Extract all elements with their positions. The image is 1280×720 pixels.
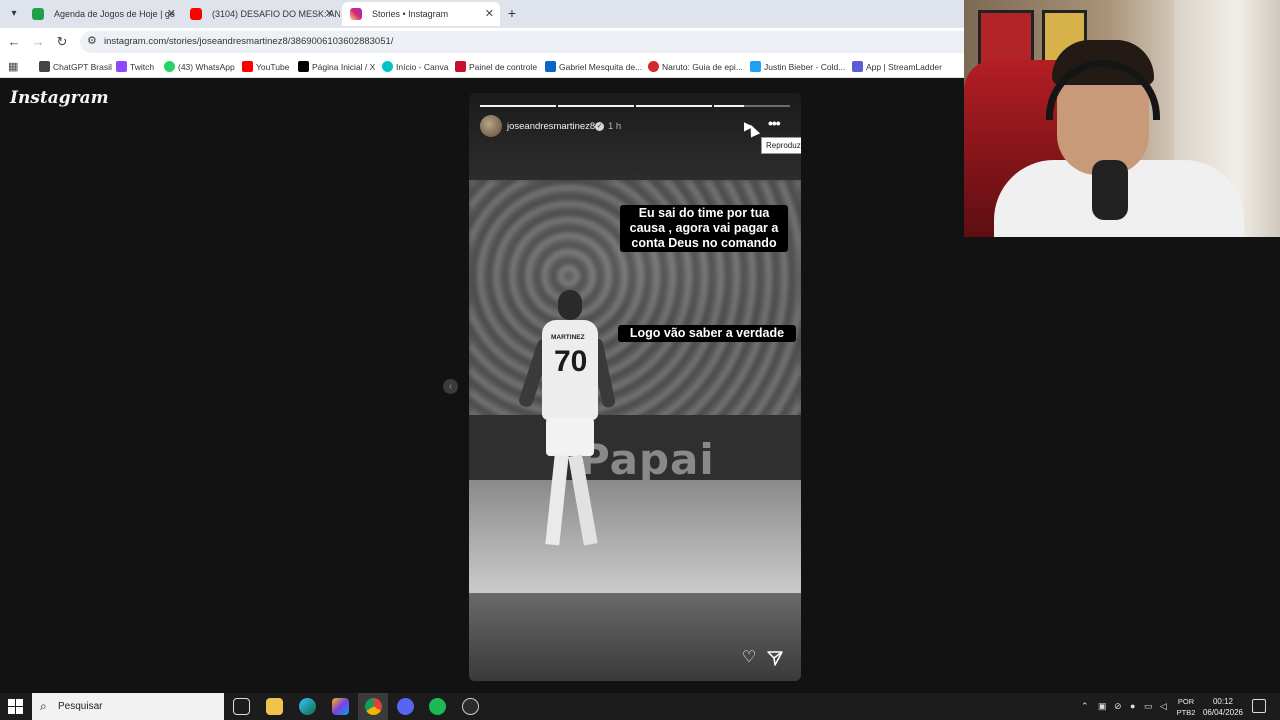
- avatar[interactable]: [480, 115, 502, 137]
- language-indicator[interactable]: POR PTB2: [1175, 696, 1197, 718]
- bookmark-whatsapp[interactable]: (43) WhatsApp: [164, 56, 235, 78]
- tab-title: Agenda de Jogos de Hoje | ge: [54, 9, 175, 19]
- address-toolbar: ← → ↻ ⚙ instagram.com/stories/joseandres…: [0, 28, 964, 56]
- tab-search-icon[interactable]: ▾: [4, 4, 24, 24]
- heart-icon[interactable]: ♡: [740, 649, 758, 667]
- more-options-icon[interactable]: •••: [768, 116, 786, 133]
- close-tab-icon[interactable]: ✕: [485, 2, 494, 26]
- youtube-favicon-icon: [190, 8, 202, 20]
- file-explorer-icon[interactable]: [266, 698, 283, 715]
- bookmark-youtube[interactable]: YouTube: [242, 56, 289, 78]
- display-icon[interactable]: ▭: [1144, 693, 1153, 720]
- bookmarks-bar: ▦ ChatGPT Brasil Twitch (43) WhatsApp Yo…: [0, 56, 964, 78]
- instagram-logo[interactable]: Instagram: [10, 88, 109, 108]
- canva-icon: [382, 61, 393, 72]
- tab-title: (3104) DESAFIO DO MESK: AN: [212, 9, 340, 19]
- tab-youtube[interactable]: (3104) DESAFIO DO MESK: AN ✕: [182, 2, 340, 26]
- windows-start-icon[interactable]: [8, 699, 23, 714]
- linkedin-icon: [545, 61, 556, 72]
- volume-icon[interactable]: ◁: [1160, 693, 1167, 720]
- new-tab-button[interactable]: +: [503, 4, 521, 22]
- spotify-icon[interactable]: [429, 698, 446, 715]
- bookmark-x[interactable]: Página Inicial / X: [298, 56, 375, 78]
- link-icon: [750, 61, 761, 72]
- instagram-favicon-icon: [350, 8, 362, 20]
- progress-segment: [636, 105, 712, 107]
- ge-favicon-icon: [32, 8, 44, 20]
- search-placeholder: Pesquisar: [58, 701, 103, 712]
- browser-window: ▾ Agenda de Jogos de Hoje | ge ✕ (3104) …: [0, 0, 964, 693]
- tray-app-icon[interactable]: ▣: [1098, 693, 1107, 720]
- tray-overflow-icon[interactable]: ⌃: [1081, 693, 1089, 720]
- taskbar: ⌕ Pesquisar ⌃ ▣ ⊘ ● ▭ ◁ POR PTB2 00:12 0…: [0, 693, 1280, 720]
- story-footer-bg: [469, 593, 801, 681]
- bookmark-canva[interactable]: Início - Canva: [382, 56, 448, 78]
- discord-icon[interactable]: [397, 698, 414, 715]
- story-time: 1 h: [608, 121, 622, 132]
- microphone-icon[interactable]: ●: [1130, 693, 1135, 720]
- bookmark-bieber[interactable]: Justin Bieber - Cold...: [750, 56, 845, 78]
- story-caption-2: Logo vão saber a verdade: [618, 325, 796, 342]
- panel-icon: [455, 61, 466, 72]
- player-figure: MARTINEZ 70: [517, 290, 617, 560]
- forward-arrow-icon[interactable]: →: [29, 33, 47, 51]
- back-arrow-icon[interactable]: ←: [5, 33, 23, 51]
- progress-segment: [558, 105, 634, 107]
- story-viewer[interactable]: joseandresmartinez8 ✓ 1 h ▶ ••• Reproduz…: [469, 93, 801, 681]
- clock-time: 00:12: [1212, 697, 1234, 706]
- naruto-icon: [648, 61, 659, 72]
- chatgpt-icon: [39, 61, 50, 72]
- story-caption-1: Eu sai do time por tua causa , agora vai…: [620, 205, 788, 252]
- bookmark-linkedin[interactable]: Gabriel Mesquita de...: [545, 56, 642, 78]
- story-photo: Papai Noel MARTINEZ 70 Eu sai do time po…: [469, 180, 801, 595]
- apps-grid-icon[interactable]: ▦: [8, 56, 18, 78]
- tab-instagram[interactable]: Stories • Instagram ✕: [342, 2, 500, 26]
- address-bar[interactable]: ⚙ instagram.com/stories/joseandresmartin…: [80, 31, 964, 53]
- jersey-number: 70: [554, 345, 588, 378]
- previous-story-arrow-icon[interactable]: ‹: [443, 379, 458, 394]
- tab-ge[interactable]: Agenda de Jogos de Hoje | ge ✕: [24, 2, 182, 26]
- search-icon: ⌕: [40, 699, 47, 713]
- obs-icon[interactable]: [462, 698, 479, 715]
- x-logo-icon: [298, 61, 309, 72]
- chrome-icon[interactable]: [365, 698, 382, 715]
- send-icon[interactable]: [766, 649, 784, 667]
- tab-strip: ▾ Agenda de Jogos de Hoje | ge ✕ (3104) …: [0, 0, 964, 28]
- task-view-icon[interactable]: [233, 698, 250, 715]
- story-progress-bar: [480, 105, 790, 107]
- reload-icon[interactable]: ↻: [53, 33, 71, 51]
- progress-segment: [714, 105, 790, 107]
- tray-network-icon[interactable]: ⊘: [1114, 693, 1122, 720]
- webcam-overlay: [964, 0, 1280, 237]
- edge-icon[interactable]: [299, 698, 316, 715]
- notification-icon[interactable]: [1252, 699, 1266, 713]
- whatsapp-icon: [164, 61, 175, 72]
- clock[interactable]: 00:12 06/04/2026: [1200, 696, 1246, 718]
- bookmark-twitch[interactable]: Twitch: [116, 56, 154, 78]
- url-text[interactable]: instagram.com/stories/joseandresmartinez…: [104, 31, 393, 53]
- copilot-icon[interactable]: [332, 698, 349, 715]
- progress-segment: [480, 105, 556, 107]
- site-info-icon[interactable]: ⚙: [87, 34, 97, 47]
- story-username[interactable]: joseandresmartinez8: [507, 121, 595, 132]
- bookmark-streamladder[interactable]: App | StreamLadder: [852, 56, 942, 78]
- bookmark-chatgpt[interactable]: ChatGPT Brasil: [39, 56, 112, 78]
- taskbar-search[interactable]: ⌕ Pesquisar: [32, 693, 224, 720]
- bookmark-painel[interactable]: Painel de controle: [455, 56, 537, 78]
- streamladder-icon: [852, 61, 863, 72]
- pitch: [469, 480, 801, 595]
- clock-date: 06/04/2026: [1202, 708, 1244, 717]
- jersey-name: MARTINEZ: [551, 334, 585, 341]
- bookmark-naruto[interactable]: Naruto: Guia de epi...: [648, 56, 743, 78]
- microphone: [1092, 160, 1128, 220]
- youtube-icon: [242, 61, 253, 72]
- close-tab-icon[interactable]: ✕: [325, 2, 334, 26]
- twitch-icon: [116, 61, 127, 72]
- play-tooltip: Reproduzir: [761, 137, 801, 154]
- verified-badge-icon: ✓: [595, 122, 604, 131]
- close-tab-icon[interactable]: ✕: [167, 2, 176, 26]
- tab-title: Stories • Instagram: [372, 9, 449, 19]
